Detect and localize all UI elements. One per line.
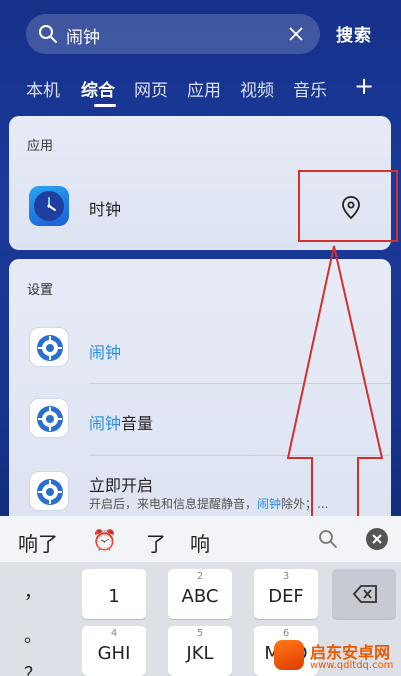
candidate-emoji[interactable]: ⏰: [92, 528, 117, 552]
key-main: 1: [108, 586, 120, 607]
key-question[interactable]: ？: [0, 660, 66, 676]
candidate-word[interactable]: 了: [146, 528, 166, 557]
key-sup: 5: [196, 628, 204, 639]
candidate-bar: 响了 ⏰ 了 响: [0, 516, 401, 562]
key-comma[interactable]: ，: [0, 578, 66, 618]
key-3-def[interactable]: 3 DEF: [254, 569, 318, 619]
close-icon[interactable]: [366, 528, 388, 550]
key-sup: 2: [196, 571, 204, 582]
candidate-word[interactable]: 响了: [18, 528, 58, 557]
key-1[interactable]: 1: [82, 569, 146, 619]
watermark-logo-icon: [274, 640, 304, 670]
key-main: GHI: [97, 643, 131, 664]
key-2-abc[interactable]: 2 ABC: [168, 569, 232, 619]
key-main: ABC: [181, 586, 219, 607]
key-sup: 4: [110, 628, 118, 639]
watermark-url: www.qdltdq.com: [310, 660, 394, 671]
candidate-word[interactable]: 响: [190, 528, 210, 557]
key-4-ghi[interactable]: 4 GHI: [82, 626, 146, 676]
search-icon[interactable]: [318, 529, 338, 549]
backspace-icon: [352, 585, 377, 603]
backspace-key[interactable]: [332, 569, 396, 619]
key-period[interactable]: 。: [0, 622, 66, 662]
key-main: DEF: [268, 586, 304, 607]
watermark: 启东安卓网 www.qdltdq.com: [270, 636, 400, 676]
key-main: JKL: [186, 643, 214, 664]
key-5-jkl[interactable]: 5 JKL: [168, 626, 232, 676]
key-sup: 3: [282, 571, 290, 582]
